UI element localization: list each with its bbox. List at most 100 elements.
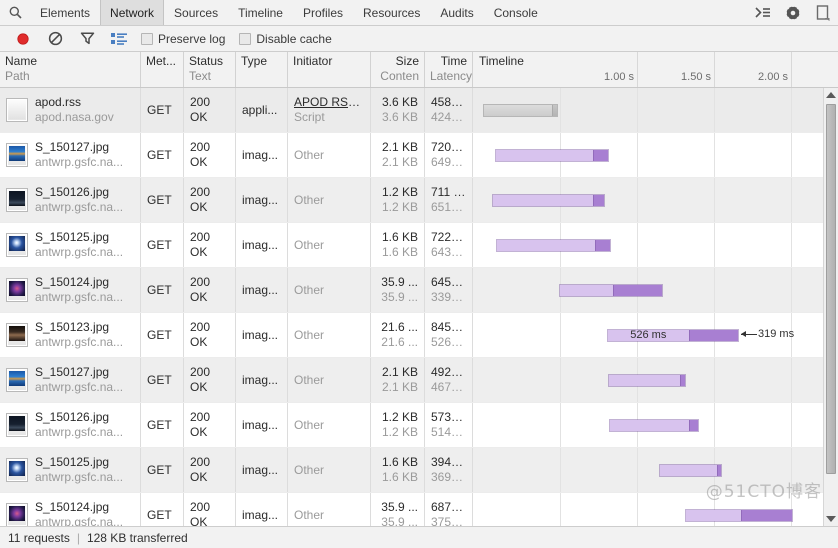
column-header-primary: Met... (146, 54, 178, 69)
group-list-icon[interactable] (103, 27, 135, 51)
cell-timeline[interactable] (473, 403, 823, 447)
timeline-bar-waiting-segment (484, 105, 552, 116)
clear-icon[interactable] (39, 27, 71, 51)
cell-timeline[interactable]: 526 ms319 ms (473, 313, 823, 357)
request-method: GET (147, 193, 177, 208)
cell-timeline[interactable] (473, 268, 823, 312)
timeline-bar[interactable] (609, 419, 699, 432)
timeline-bar[interactable] (685, 509, 793, 522)
cell-type: imag... (236, 493, 288, 526)
column-header-method[interactable]: Met... (141, 52, 184, 87)
cell-timeline[interactable] (473, 448, 823, 492)
request-thumbnail-icon (6, 323, 28, 347)
table-row[interactable]: S_150124.jpgantwrp.gsfc.na...GET200OKima… (0, 493, 823, 526)
dock-to-right-icon[interactable] (814, 4, 832, 22)
table-row[interactable]: S_150126.jpgantwrp.gsfc.na...GET200OKima… (0, 403, 823, 448)
record-icon[interactable] (7, 27, 39, 51)
request-name-text: S_150125.jpgantwrp.gsfc.na... (35, 455, 134, 485)
request-initiator[interactable]: APOD RSS:0 (294, 95, 364, 110)
request-type: imag... (242, 238, 281, 253)
timeline-bar-download-segment (680, 375, 685, 386)
timeline-bar[interactable] (492, 194, 605, 207)
vertical-scrollbar[interactable] (823, 88, 838, 526)
timeline-bar[interactable] (659, 464, 722, 477)
timeline-gridline (637, 493, 638, 526)
timeline-bar-download-label: 319 ms (741, 328, 794, 341)
cell-timeline[interactable] (473, 358, 823, 402)
request-latency: 643 ms (431, 245, 466, 260)
search-icon[interactable] (0, 0, 30, 25)
request-size: 2.1 KB (377, 140, 418, 155)
request-time: 711 ms (431, 185, 466, 200)
timeline-gridline (714, 403, 715, 447)
table-row[interactable]: S_150125.jpgantwrp.gsfc.na...GET200OKima… (0, 223, 823, 268)
disable-cache-box[interactable] (239, 33, 251, 45)
tab-sources[interactable]: Sources (164, 0, 228, 25)
cell-status: 200OK (184, 223, 236, 267)
column-header-timeline[interactable]: Timeline1.00 s1.50 s2.00 s (473, 52, 838, 87)
cell-method: GET (141, 268, 184, 312)
table-row[interactable]: S_150124.jpgantwrp.gsfc.na...GET200OKima… (0, 268, 823, 313)
disable-cache-checkbox[interactable]: Disable cache (239, 32, 331, 46)
request-status: 200 (190, 500, 229, 515)
request-initiator: Other (294, 418, 364, 433)
filter-icon[interactable] (71, 27, 103, 51)
table-row[interactable]: S_150127.jpgantwrp.gsfc.na...GET200OKima… (0, 133, 823, 178)
cell-name: S_150123.jpgantwrp.gsfc.na... (0, 313, 141, 357)
cell-timeline[interactable] (473, 493, 823, 526)
column-header-initiator[interactable]: Initiator (288, 52, 371, 87)
request-status-text: OK (190, 110, 229, 125)
preserve-log-box[interactable] (141, 33, 153, 45)
request-method: GET (147, 418, 177, 433)
cell-time: 645 ms339 ms (425, 268, 473, 312)
tab-profiles[interactable]: Profiles (293, 0, 353, 25)
console-drawer-icon[interactable] (754, 4, 772, 22)
column-header-name[interactable]: NamePath (0, 52, 141, 87)
request-size: 1.6 KB (377, 230, 418, 245)
column-header-size[interactable]: SizeConten (371, 52, 425, 87)
timeline-bar[interactable]: 526 ms (607, 329, 739, 342)
gear-icon[interactable] (784, 4, 802, 22)
cell-name: S_150124.jpgantwrp.gsfc.na... (0, 268, 141, 312)
table-row[interactable]: S_150127.jpgantwrp.gsfc.na...GET200OKima… (0, 358, 823, 403)
table-column-header: NamePath Met... StatusTextTypeInitiatorSiz… (0, 52, 838, 88)
tab-elements[interactable]: Elements (30, 0, 100, 25)
timeline-bar[interactable] (559, 284, 663, 297)
tab-resources[interactable]: Resources (353, 0, 430, 25)
preserve-log-checkbox[interactable]: Preserve log (141, 32, 225, 46)
tab-timeline[interactable]: Timeline (228, 0, 293, 25)
scrollbar-thumb[interactable] (826, 104, 836, 474)
column-header-status[interactable]: StatusText (184, 52, 236, 87)
tab-network[interactable]: Network (100, 0, 164, 25)
column-header-type[interactable]: Type (236, 52, 288, 87)
cell-timeline[interactable] (473, 133, 823, 177)
table-row[interactable]: S_150126.jpgantwrp.gsfc.na...GET200OKima… (0, 178, 823, 223)
tab-audits[interactable]: Audits (430, 0, 483, 25)
column-header-time[interactable]: TimeLatency (425, 52, 473, 87)
request-type: imag... (242, 373, 281, 388)
table-row[interactable]: S_150125.jpgantwrp.gsfc.na...GET200OKima… (0, 448, 823, 493)
timeline-tick: 2.00 s (791, 52, 792, 87)
cell-name: apod.rssapod.nasa.gov (0, 88, 141, 132)
cell-timeline[interactable] (473, 88, 823, 132)
timeline-bar-download-segment (689, 420, 698, 431)
table-row[interactable]: apod.rssapod.nasa.govGET200OKappli...APO… (0, 88, 823, 133)
scroll-down-arrow[interactable] (824, 512, 838, 526)
request-initiator: Other (294, 238, 364, 253)
status-separator: | (77, 531, 80, 545)
cell-timeline[interactable] (473, 178, 823, 222)
request-thumbnail-icon (6, 368, 28, 392)
scroll-up-arrow[interactable] (824, 88, 838, 102)
timeline-bar[interactable] (495, 149, 609, 162)
tab-console[interactable]: Console (484, 0, 548, 25)
timeline-bar[interactable] (608, 374, 686, 387)
timeline-bar[interactable] (483, 104, 558, 117)
request-thumbnail-icon (6, 458, 28, 482)
request-size-content: 1.6 KB (377, 245, 418, 260)
cell-initiator: Other (288, 403, 371, 447)
devtools-tabbar: ElementsNetworkSourcesTimelineProfilesRe… (0, 0, 838, 26)
table-row[interactable]: S_150123.jpgantwrp.gsfc.na...GET200OKima… (0, 313, 823, 358)
cell-timeline[interactable] (473, 223, 823, 267)
request-name-text: S_150127.jpgantwrp.gsfc.na... (35, 365, 134, 395)
timeline-bar[interactable] (496, 239, 611, 252)
